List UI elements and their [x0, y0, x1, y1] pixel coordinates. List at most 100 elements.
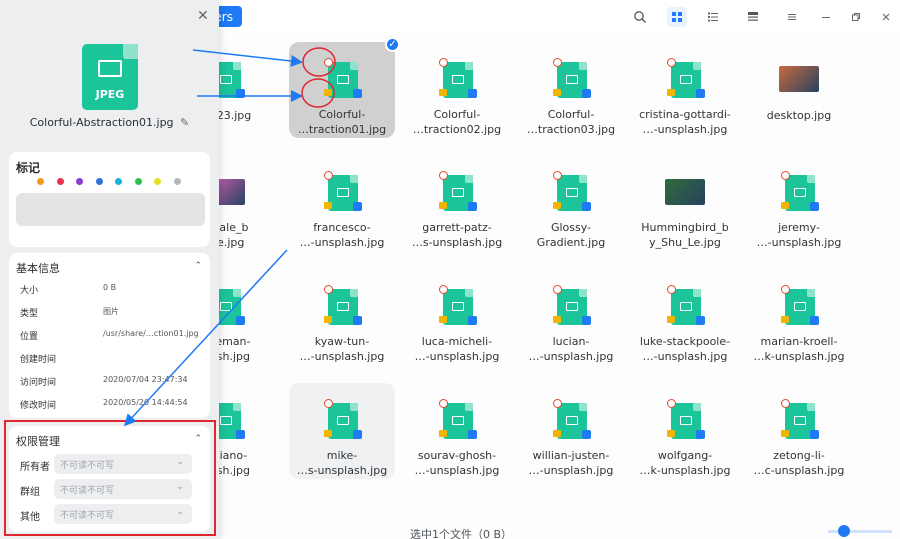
- file-name-line2: …traction03.jpg: [526, 123, 616, 137]
- file-item[interactable]: lucian- …-unsplash.jpg: [518, 269, 624, 365]
- lock-icon: [553, 430, 561, 437]
- tag-color-dot[interactable]: [56, 178, 64, 185]
- menu-icon[interactable]: [782, 7, 802, 27]
- file-item[interactable]: cristina-gottardi- …-unsplash.jpg: [632, 42, 738, 138]
- file-name: Colorful-: [547, 107, 595, 121]
- file-name-line2: …-unsplash.jpg: [299, 350, 385, 364]
- edit-pencil-icon[interactable]: ✎: [180, 116, 189, 129]
- basic-info-card: 基本信息 ⌃ 大小 0 B 类型 图片 位置/usr/share/…ction01.jp…: [9, 253, 210, 418]
- file-icon: [661, 283, 709, 332]
- no-permission-icon: [781, 399, 790, 408]
- tag-color-dot[interactable]: [95, 178, 103, 185]
- link-icon: [696, 430, 705, 439]
- tag-color-dot[interactable]: [173, 178, 181, 185]
- zoom-slider[interactable]: [828, 525, 892, 537]
- lock-icon: [667, 316, 675, 323]
- panel-close-icon[interactable]: ✕: [197, 8, 209, 24]
- lock-icon: [667, 89, 675, 96]
- file-name: lucian-: [552, 334, 590, 348]
- restore-icon[interactable]: [846, 7, 866, 27]
- info-value: /usr/share/…ction01.jpg: [103, 329, 199, 338]
- file-name-line2: …traction02.jpg: [412, 123, 502, 137]
- file-item[interactable]: mike- …s-unsplash.jpg: [289, 383, 395, 479]
- file-name: kyaw-tun-: [314, 334, 370, 348]
- file-name: sourav-ghosh-: [417, 448, 497, 462]
- status-bar-text: 选中1个文件（0 B）: [410, 528, 513, 539]
- lock-icon: [553, 316, 561, 323]
- close-icon[interactable]: [876, 7, 896, 27]
- file-name: luke-stackpoole-: [639, 334, 731, 348]
- file-item[interactable]: francesco- …-unsplash.jpg: [289, 155, 395, 251]
- file-item[interactable]: sourav-ghosh- …-unsplash.jpg: [404, 383, 510, 479]
- zoom-slider-handle[interactable]: [838, 525, 850, 537]
- tag-color-dot[interactable]: [37, 178, 44, 185]
- no-permission-icon: [667, 58, 676, 67]
- tag-color-dot[interactable]: [134, 178, 142, 185]
- panel-file-name[interactable]: Colorful-Abstraction01.jpg ✎: [0, 116, 219, 129]
- file-item[interactable]: Colorful- …traction03.jpg: [518, 42, 624, 138]
- link-icon: [468, 316, 477, 325]
- mountain-icon: [337, 75, 349, 84]
- icon-view-icon[interactable]: [667, 7, 687, 27]
- file-item[interactable]: ✓ Colorful- …traction01.jpg: [289, 37, 400, 138]
- file-item[interactable]: luke-stackpoole- …-unsplash.jpg: [632, 269, 738, 365]
- info-value: 2020/05/20 14:44:54: [103, 398, 188, 407]
- no-permission-icon: [667, 285, 676, 294]
- file-item[interactable]: wolfgang- …k-unsplash.jpg: [632, 383, 738, 479]
- lock-icon: [324, 89, 332, 96]
- mountain-icon: [337, 302, 349, 311]
- no-permission-icon: [667, 399, 676, 408]
- lock-icon: [553, 202, 561, 209]
- link-icon: [353, 89, 362, 98]
- file-name-line2: …c-unsplash.jpg: [753, 464, 845, 478]
- tags-card: 标记: [9, 152, 210, 247]
- lock-icon: [324, 202, 332, 209]
- file-name-line2: …traction01.jpg: [297, 123, 387, 137]
- tag-color-dot[interactable]: [76, 178, 83, 185]
- details-view-icon[interactable]: [743, 7, 763, 27]
- mountain-icon: [794, 302, 806, 311]
- file-name: desktop.jpg: [766, 109, 832, 122]
- file-item[interactable]: kyaw-tun- …-unsplash.jpg: [289, 269, 395, 365]
- list-view-icon[interactable]: [703, 7, 723, 27]
- minimize-icon[interactable]: [816, 7, 836, 27]
- link-icon: [696, 316, 705, 325]
- file-item[interactable]: Hummingbird_b y_Shu_Le.jpg: [632, 155, 738, 251]
- tag-input[interactable]: [16, 193, 205, 226]
- tag-color-dot[interactable]: [115, 178, 122, 185]
- mountain-icon: [337, 416, 349, 425]
- no-permission-icon: [439, 58, 448, 67]
- file-name: garrett-patz-: [422, 220, 492, 234]
- file-item[interactable]: willian-justen- …-unsplash.jpg: [518, 383, 624, 479]
- mountain-icon: [794, 416, 806, 425]
- info-label: 访问时间: [20, 378, 57, 388]
- tag-color-dot[interactable]: [154, 178, 161, 185]
- file-name: cristina-gottardi-: [639, 107, 731, 121]
- file-item[interactable]: marian-kroell- …k-unsplash.jpg: [746, 269, 852, 365]
- file-icon: [661, 397, 709, 446]
- file-item[interactable]: garrett-patz- …s-unsplash.jpg: [404, 155, 510, 251]
- file-item[interactable]: desktop.jpg: [746, 42, 852, 138]
- mountain-icon: [220, 302, 232, 311]
- file-name-line2: …-unsplash.jpg: [528, 350, 614, 364]
- file-icon: [775, 56, 823, 106]
- mountain-icon: [452, 188, 464, 197]
- file-item[interactable]: luca-micheli- …-unsplash.jpg: [404, 269, 510, 365]
- link-icon: [236, 316, 245, 325]
- file-name-line2: …-unsplash.jpg: [756, 236, 842, 250]
- info-label: 类型: [20, 309, 39, 319]
- mountain-icon: [452, 302, 464, 311]
- file-item[interactable]: jeremy- …-unsplash.jpg: [746, 155, 852, 251]
- chevron-up-icon[interactable]: ⌃: [194, 261, 202, 271]
- file-item[interactable]: Glossy- Gradient.jpg: [518, 155, 624, 251]
- basic-info-title: 基本信息: [16, 262, 60, 275]
- file-icon: [318, 283, 366, 332]
- file-item[interactable]: zetong-li- …c-unsplash.jpg: [746, 383, 852, 479]
- info-value: 0 B: [103, 283, 117, 292]
- search-icon[interactable]: [630, 7, 650, 27]
- file-icon: [547, 283, 595, 332]
- lock-icon: [324, 430, 332, 437]
- file-item[interactable]: Colorful- …traction02.jpg: [404, 42, 510, 138]
- lock-icon: [781, 202, 789, 209]
- no-permission-icon: [553, 285, 562, 294]
